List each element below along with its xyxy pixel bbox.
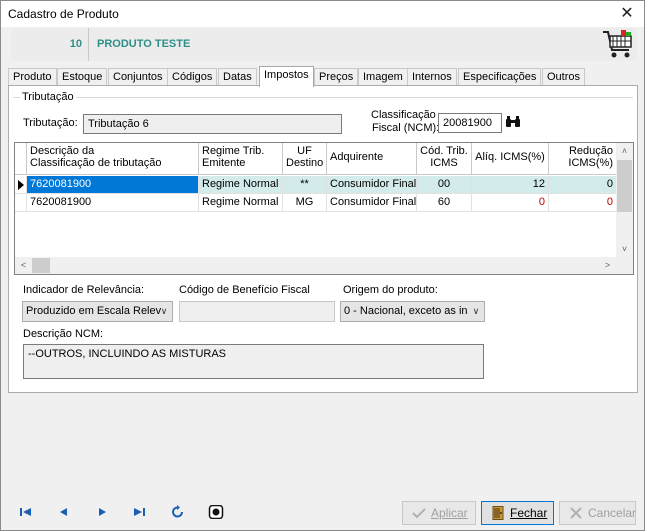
ncm-label-line2: Fiscal (NCM): <box>372 122 440 134</box>
cancel-x-icon <box>570 507 582 519</box>
shopping-cart-icon <box>603 30 632 58</box>
tab-internos[interactable]: Internos <box>407 68 457 86</box>
last-record-icon[interactable] <box>131 505 147 519</box>
origem-label: Origem do produto: <box>343 284 438 296</box>
descricao-ncm-memo[interactable]: --OUTROS, INCLUINDO AS MISTURAS <box>23 344 484 379</box>
chevron-down-icon: ∨ <box>160 306 168 316</box>
cell-adquirente[interactable]: Consumidor Final <box>327 176 417 194</box>
tributacao-field[interactable]: Tributação 6 <box>83 114 342 134</box>
cell-aliq[interactable]: 0 <box>472 194 549 212</box>
chevron-down-icon: ∨ <box>472 306 480 316</box>
scroll-down-icon[interactable]: ˅ <box>616 241 633 258</box>
cell-cod-trib[interactable]: 00 <box>417 176 472 194</box>
current-row-arrow-icon <box>18 180 24 190</box>
table-row[interactable]: 7620081900 Regime Normal MG Consumidor F… <box>15 194 617 212</box>
cell-regime[interactable]: Regime Normal <box>199 176 283 194</box>
cell-reducao[interactable]: 0 <box>549 176 617 194</box>
aplicar-button[interactable]: Aplicar <box>402 501 476 525</box>
cancelar-button[interactable]: Cancelar <box>559 501 636 525</box>
tab-strip: Produto Estoque Conjuntos Códigos Datas … <box>8 66 638 87</box>
group-divider <box>13 97 633 98</box>
col-adquirente[interactable]: Adquirente <box>327 143 417 175</box>
product-window: Cadastro de Produto ✕ 10 PRODUTO TESTE P… <box>0 0 645 531</box>
tab-imagem[interactable]: Imagem <box>358 68 408 86</box>
cell-cod-trib[interactable]: 60 <box>417 194 472 212</box>
tributacao-label: Tributação: <box>23 117 78 129</box>
scroll-up-icon[interactable]: ˄ <box>616 143 633 160</box>
grid-header: Descrição da Classificação de tributação … <box>15 143 617 175</box>
product-name: PRODUTO TESTE <box>97 38 191 50</box>
close-button[interactable]: ✕ <box>610 1 644 27</box>
col-descricao[interactable]: Descrição da Classificação de tributação <box>27 143 199 175</box>
cell-regime[interactable]: Regime Normal <box>199 194 283 212</box>
indicador-select[interactable]: Produzido em Escala Relev ∨ <box>22 301 173 322</box>
cell-uf[interactable]: ** <box>283 176 327 194</box>
cell-aliq[interactable]: 12 <box>472 176 549 194</box>
ncm-label-line1: Classificação <box>371 109 436 121</box>
tab-conjuntos[interactable]: Conjuntos <box>108 68 168 86</box>
first-record-icon[interactable] <box>18 505 34 519</box>
binoculars-icon[interactable] <box>505 115 521 129</box>
row-indicator-header <box>15 143 27 175</box>
tab-impostos[interactable]: Impostos <box>259 66 314 87</box>
row-indicator <box>15 176 27 194</box>
cell-reducao[interactable]: 0 <box>549 194 617 212</box>
window-title: Cadastro de Produto <box>8 7 119 21</box>
product-code: 10 <box>11 28 89 61</box>
descricao-ncm-label: Descrição NCM: <box>23 328 104 340</box>
tributacao-grid: Descrição da Classificação de tributação … <box>14 142 634 275</box>
col-reducao[interactable]: Redução ICMS(%) <box>549 143 617 175</box>
scroll-left-icon[interactable]: < <box>15 257 32 274</box>
grid-horizontal-scrollbar[interactable]: < > <box>15 257 633 274</box>
fechar-button[interactable]: Fechar <box>481 501 554 525</box>
navigation-bar: Aplicar Fechar Cancelar <box>1 498 644 528</box>
horizontal-scroll-thumb[interactable] <box>32 258 50 273</box>
col-aliq-icms[interactable]: Alíq. ICMS(%) <box>472 143 549 175</box>
origem-select[interactable]: 0 - Nacional, exceto as in ∨ <box>340 301 485 322</box>
title-bar: Cadastro de Produto ✕ <box>1 1 644 27</box>
scroll-right-icon[interactable]: > <box>599 257 616 274</box>
row-indicator <box>15 194 27 212</box>
record-icon[interactable] <box>208 505 224 519</box>
table-row[interactable]: 7620081900 Regime Normal ** Consumidor F… <box>15 176 617 194</box>
cell-adquirente[interactable]: Consumidor Final <box>327 194 417 212</box>
tab-precos[interactable]: Preços <box>314 68 359 86</box>
apply-check-icon <box>412 508 426 519</box>
tributacao-group-title: Tributação <box>20 91 76 103</box>
col-uf[interactable]: UF Destino <box>283 143 327 175</box>
previous-record-icon[interactable] <box>56 505 72 519</box>
tab-outros[interactable]: Outros <box>542 68 586 86</box>
vertical-scroll-thumb[interactable] <box>617 160 632 212</box>
tab-produto[interactable]: Produto <box>8 68 57 86</box>
col-cod-trib[interactable]: Cód. Trib. ICMS <box>417 143 472 175</box>
product-header: 10 PRODUTO TESTE <box>11 28 637 61</box>
tab-datas[interactable]: Datas <box>218 68 257 86</box>
grid-vertical-scrollbar[interactable]: ˄ ˅ <box>616 143 633 258</box>
cell-descricao[interactable]: 7620081900 <box>27 176 199 194</box>
refresh-icon[interactable] <box>170 505 186 519</box>
beneficio-field[interactable] <box>179 301 335 322</box>
tab-estoque[interactable]: Estoque <box>57 68 108 86</box>
cell-uf[interactable]: MG <box>283 194 327 212</box>
tab-codigos[interactable]: Códigos <box>167 68 218 86</box>
door-icon <box>492 506 504 520</box>
indicador-label: Indicador de Relevância: <box>23 284 145 296</box>
col-regime[interactable]: Regime Trib. Emitente <box>199 143 283 175</box>
beneficio-label: Código de Benefício Fiscal <box>179 284 310 296</box>
ncm-field[interactable]: 20081900 <box>438 113 502 133</box>
cell-descricao[interactable]: 7620081900 <box>27 194 199 212</box>
next-record-icon[interactable] <box>94 505 110 519</box>
impostos-page: Tributação Tributação: Tributação 6 Clas… <box>8 85 638 393</box>
tab-especificacoes[interactable]: Especificações <box>458 68 542 86</box>
